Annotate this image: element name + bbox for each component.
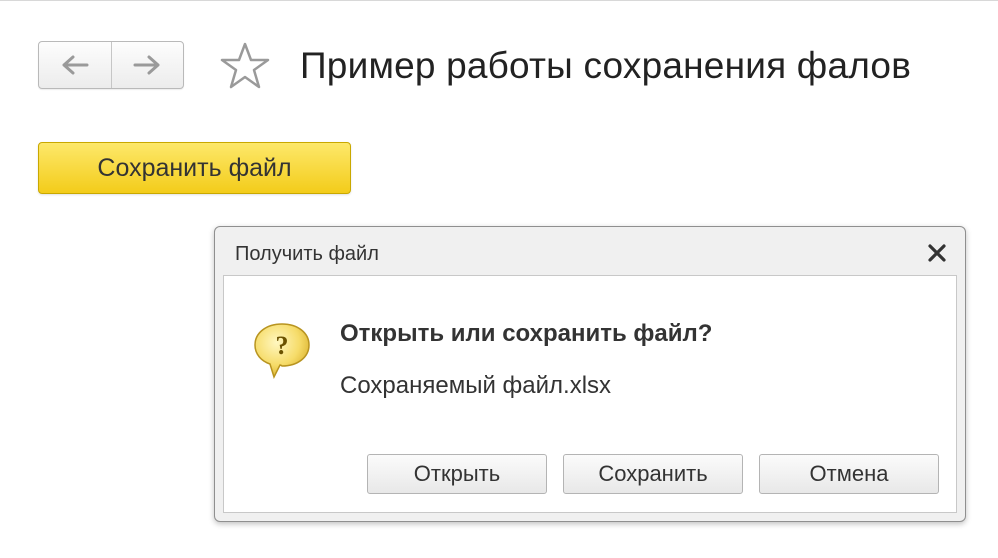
arrow-right-icon [133, 55, 160, 75]
back-button[interactable] [39, 42, 111, 88]
save-file-button[interactable]: Сохранить файл [38, 142, 351, 194]
open-button[interactable]: Открыть [367, 454, 547, 494]
dialog-header: Получить файл [215, 227, 965, 275]
navigation-buttons [38, 41, 184, 89]
question-bubble-icon: ? [254, 323, 310, 380]
dialog-filename: Сохраняемый файл.xlsx [340, 372, 612, 399]
page-title: Пример работы сохранения фалов [300, 45, 912, 86]
dialog-title: Получить файл [235, 243, 379, 265]
arrow-left-icon [62, 55, 89, 75]
page: Пример работы сохранения фалов Сохранить… [0, 0, 998, 558]
cancel-button[interactable]: Отмена [759, 454, 939, 494]
close-icon[interactable] [925, 241, 949, 265]
save-button[interactable]: Сохранить [563, 454, 743, 494]
get-file-dialog: Получить файл ? Открыть или сохранить фа… [214, 226, 966, 522]
star-icon[interactable] [219, 41, 271, 91]
svg-text:?: ? [276, 331, 289, 360]
dialog-question: Открыть или сохранить файл? [340, 320, 713, 347]
forward-button[interactable] [110, 42, 184, 88]
dialog-body: ? Открыть или сохранить файл? Сохраняемы… [223, 275, 957, 513]
